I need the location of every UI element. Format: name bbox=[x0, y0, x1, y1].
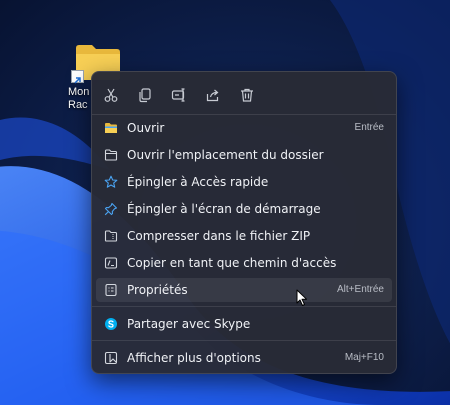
pin-icon bbox=[104, 202, 118, 216]
cut-icon bbox=[104, 88, 118, 102]
menu-item-shortcut: Entrée bbox=[354, 122, 384, 133]
copy-icon bbox=[139, 88, 151, 103]
menu-item-shortcut: Alt+Entrée bbox=[337, 284, 384, 295]
delete-icon bbox=[241, 88, 253, 102]
menu-item-label: Ouvrir bbox=[127, 121, 165, 135]
menu-item-more-options[interactable]: Afficher plus d'options Maj+F10 bbox=[96, 346, 392, 370]
shortcut-arrow-icon bbox=[71, 70, 84, 84]
menu-item-pin-quick-access[interactable]: Épingler à Accès rapide bbox=[96, 170, 392, 194]
delete-button[interactable] bbox=[232, 80, 262, 110]
more-options-icon bbox=[104, 351, 118, 365]
context-menu-action-bar bbox=[92, 78, 396, 114]
menu-item-open-location[interactable]: Ouvrir l'emplacement du dossier bbox=[96, 143, 392, 167]
star-icon bbox=[104, 175, 118, 188]
menu-item-label: Propriétés bbox=[127, 283, 188, 297]
copy-button[interactable] bbox=[130, 80, 160, 110]
share-button[interactable] bbox=[198, 80, 228, 110]
menu-item-label: Épingler à Accès rapide bbox=[127, 175, 269, 189]
menu-item-properties[interactable]: Propriétés Alt+Entrée bbox=[96, 278, 392, 302]
properties-icon bbox=[105, 283, 117, 297]
menu-item-label: Copier en tant que chemin d'accès bbox=[127, 256, 337, 270]
desktop-shortcut-label-text: Mon Rac bbox=[68, 86, 90, 111]
menu-item-label: Afficher plus d'options bbox=[127, 351, 261, 365]
menu-item-compress-zip[interactable]: Compresser dans le fichier ZIP bbox=[96, 224, 392, 248]
separator bbox=[92, 306, 396, 307]
menu-item-share-skype[interactable]: Partager avec Skype bbox=[96, 312, 392, 336]
folder-color-icon bbox=[105, 123, 117, 133]
folder-outline-icon bbox=[104, 149, 118, 161]
menu-item-label: Épingler à l'écran de démarrage bbox=[127, 202, 321, 216]
menu-item-pin-start[interactable]: Épingler à l'écran de démarrage bbox=[96, 197, 392, 221]
menu-item-label: Ouvrir l'emplacement du dossier bbox=[127, 148, 324, 162]
copy-path-icon bbox=[104, 257, 118, 269]
menu-item-copy-path[interactable]: Copier en tant que chemin d'accès bbox=[96, 251, 392, 275]
skype-icon bbox=[105, 318, 117, 330]
share-icon bbox=[206, 89, 219, 102]
separator bbox=[92, 114, 396, 115]
zip-folder-icon bbox=[104, 230, 118, 242]
rename-button[interactable] bbox=[164, 80, 194, 110]
menu-item-label: Partager avec Skype bbox=[127, 317, 251, 331]
separator bbox=[92, 340, 396, 341]
menu-item-open[interactable]: Ouvrir Entrée bbox=[96, 116, 392, 140]
menu-item-label: Compresser dans le fichier ZIP bbox=[127, 229, 311, 243]
menu-item-shortcut: Maj+F10 bbox=[344, 352, 384, 363]
rename-icon bbox=[171, 88, 185, 102]
context-menu: Ouvrir Entrée Ouvrir l'emplacement du do… bbox=[91, 71, 397, 374]
mouse-cursor-icon bbox=[296, 289, 307, 306]
cut-button[interactable] bbox=[96, 80, 126, 110]
